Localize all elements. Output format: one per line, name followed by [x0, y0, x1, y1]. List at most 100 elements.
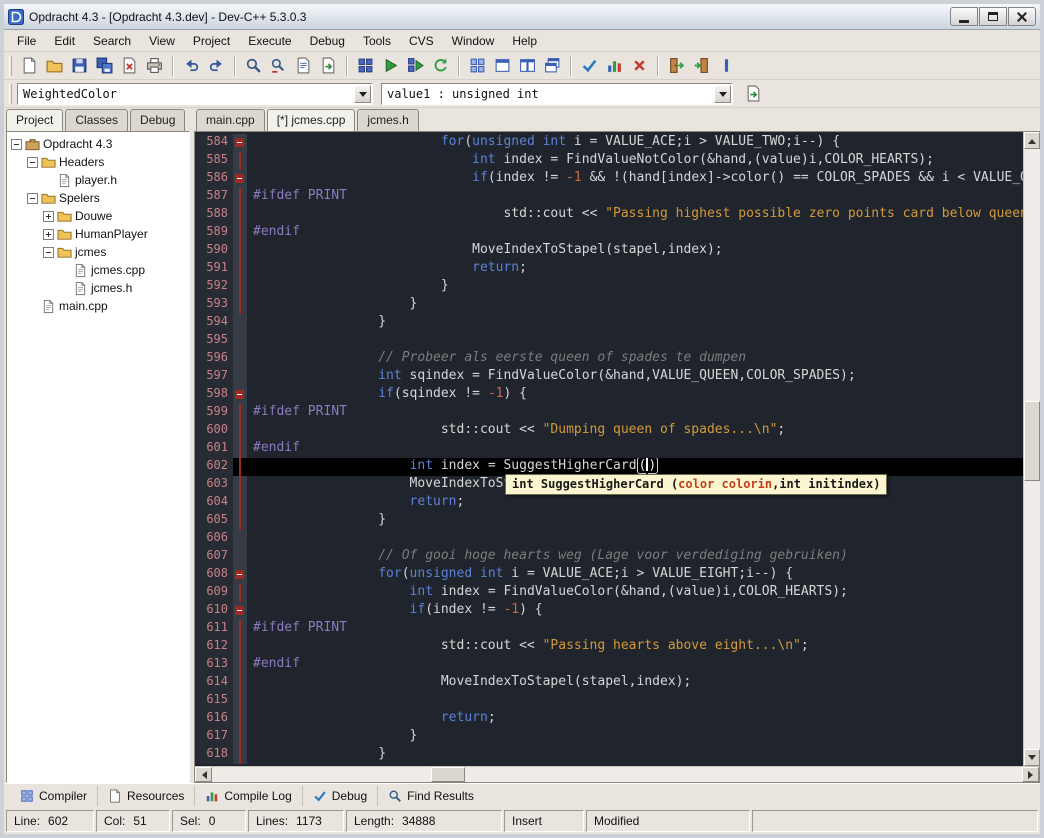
fold-collapse-marker[interactable] [233, 566, 247, 584]
report-tab-resources[interactable]: Resources [97, 786, 194, 806]
code-line-596[interactable]: 596 // Probeer als eerste queen of spade… [195, 350, 1023, 368]
collapse-icon[interactable] [11, 139, 22, 150]
tree-item-jcmes[interactable]: jcmes [7, 243, 189, 261]
step-into-button[interactable] [689, 54, 714, 78]
line-number[interactable]: 595 [195, 332, 233, 350]
editor-vscrollbar[interactable] [1023, 132, 1040, 766]
line-number[interactable]: 600 [195, 422, 233, 440]
tree-item-spelers[interactable]: Spelers [7, 189, 189, 207]
hscroll-track[interactable] [212, 767, 1022, 782]
code-line-585[interactable]: 585 int index = FindValueNotColor(&hand,… [195, 152, 1023, 170]
code-line-584[interactable]: 584 for(unsigned int i = VALUE_ACE;i > V… [195, 134, 1023, 152]
line-number[interactable]: 594 [195, 314, 233, 332]
expand-icon[interactable] [43, 211, 54, 222]
menu-edit[interactable]: Edit [45, 31, 84, 51]
code-line-588[interactable]: 588 std::cout << "Passing highest possib… [195, 206, 1023, 224]
tree-item-opdracht-4-3[interactable]: Opdracht 4.3 [7, 135, 189, 153]
cascade-windows-button[interactable] [540, 54, 565, 78]
line-number[interactable]: 601 [195, 440, 233, 458]
line-number[interactable]: 604 [195, 494, 233, 512]
line-number[interactable]: 616 [195, 710, 233, 728]
code-line-605[interactable]: 605 } [195, 512, 1023, 530]
vscroll-thumb[interactable] [1024, 401, 1040, 481]
line-number[interactable]: 617 [195, 728, 233, 746]
code-line-599[interactable]: 599#ifdef PRINT [195, 404, 1023, 422]
line-number[interactable]: 602 [195, 458, 233, 476]
replace-button[interactable] [266, 54, 291, 78]
chevron-down-icon[interactable] [354, 85, 371, 103]
code-line-586[interactable]: 586 if(index != -1 && !(hand[index]->col… [195, 170, 1023, 188]
line-number[interactable]: 591 [195, 260, 233, 278]
goto-line-button[interactable] [316, 54, 341, 78]
code-line-591[interactable]: 591 return; [195, 260, 1023, 278]
line-number[interactable]: 592 [195, 278, 233, 296]
code-line-612[interactable]: 612 std::cout << "Passing hearts above e… [195, 638, 1023, 656]
scroll-left-button[interactable] [195, 767, 212, 782]
line-number[interactable]: 606 [195, 530, 233, 548]
editor-tab-main-cpp[interactable]: main.cpp [196, 109, 265, 131]
toolbar-gripper[interactable] [9, 56, 12, 76]
tile-windows-button[interactable] [515, 54, 540, 78]
code-line-589[interactable]: 589#endif [195, 224, 1023, 242]
report-tab-debug[interactable]: Debug [302, 786, 377, 806]
save-all-button[interactable] [92, 54, 117, 78]
menu-file[interactable]: File [8, 31, 45, 51]
line-number[interactable]: 596 [195, 350, 233, 368]
fold-collapse-marker[interactable] [233, 386, 247, 404]
undo-button[interactable] [179, 54, 204, 78]
line-number[interactable]: 599 [195, 404, 233, 422]
menu-debug[interactable]: Debug [301, 31, 354, 51]
panel-tab-classes[interactable]: Classes [65, 109, 128, 131]
line-number[interactable]: 593 [195, 296, 233, 314]
print-button[interactable] [142, 54, 167, 78]
fold-collapse-marker[interactable] [233, 602, 247, 620]
profile-button[interactable] [602, 54, 627, 78]
menu-tools[interactable]: Tools [354, 31, 400, 51]
line-number[interactable]: 607 [195, 548, 233, 566]
run-button[interactable] [378, 54, 403, 78]
fold-collapse-marker[interactable] [233, 134, 247, 152]
code-line-601[interactable]: 601#endif [195, 440, 1023, 458]
hscroll-thumb[interactable] [431, 767, 465, 782]
line-number[interactable]: 586 [195, 170, 233, 188]
code-line-606[interactable]: 606 [195, 530, 1023, 548]
open-button[interactable] [42, 54, 67, 78]
code-line-604[interactable]: 604 return; [195, 494, 1023, 512]
scroll-up-button[interactable] [1024, 132, 1040, 149]
line-number[interactable]: 584 [195, 134, 233, 152]
new-window-button[interactable] [490, 54, 515, 78]
code-line-597[interactable]: 597 int sqindex = FindValueColor(&hand,V… [195, 368, 1023, 386]
abort-compile-button[interactable] [627, 54, 652, 78]
tree-item-douwe[interactable]: Douwe [7, 207, 189, 225]
report-tab-find-results[interactable]: Find Results [377, 786, 484, 806]
code-line-615[interactable]: 615 [195, 692, 1023, 710]
menu-help[interactable]: Help [503, 31, 546, 51]
code-line-610[interactable]: 610 if(index != -1) { [195, 602, 1023, 620]
project-options-button[interactable] [465, 54, 490, 78]
line-number[interactable]: 618 [195, 746, 233, 764]
new-source-button[interactable] [17, 54, 42, 78]
redo-button[interactable] [204, 54, 229, 78]
code-line-600[interactable]: 600 std::cout << "Dumping queen of spade… [195, 422, 1023, 440]
code-line-614[interactable]: 614 MoveIndexToStapel(stapel,index); [195, 674, 1023, 692]
find-button[interactable] [241, 54, 266, 78]
close-file-button[interactable] [117, 54, 142, 78]
code-area[interactable]: 584 for(unsigned int i = VALUE_ACE;i > V… [195, 132, 1023, 766]
maximize-button[interactable] [979, 7, 1007, 26]
code-line-613[interactable]: 613#endif [195, 656, 1023, 674]
line-number[interactable]: 590 [195, 242, 233, 260]
line-number[interactable]: 612 [195, 638, 233, 656]
expand-icon[interactable] [43, 229, 54, 240]
scroll-down-button[interactable] [1024, 749, 1040, 766]
compile-and-run-button[interactable] [403, 54, 428, 78]
line-number[interactable]: 613 [195, 656, 233, 674]
scroll-right-button[interactable] [1022, 767, 1039, 782]
fold-collapse-marker[interactable] [233, 170, 247, 188]
line-number[interactable]: 614 [195, 674, 233, 692]
menu-cvs[interactable]: CVS [400, 31, 443, 51]
collapse-icon[interactable] [27, 193, 38, 204]
report-tab-compiler[interactable]: Compiler [10, 786, 97, 806]
editor-tab-jcmes-h[interactable]: jcmes.h [357, 109, 418, 131]
minimize-button[interactable] [950, 7, 978, 26]
line-number[interactable]: 589 [195, 224, 233, 242]
